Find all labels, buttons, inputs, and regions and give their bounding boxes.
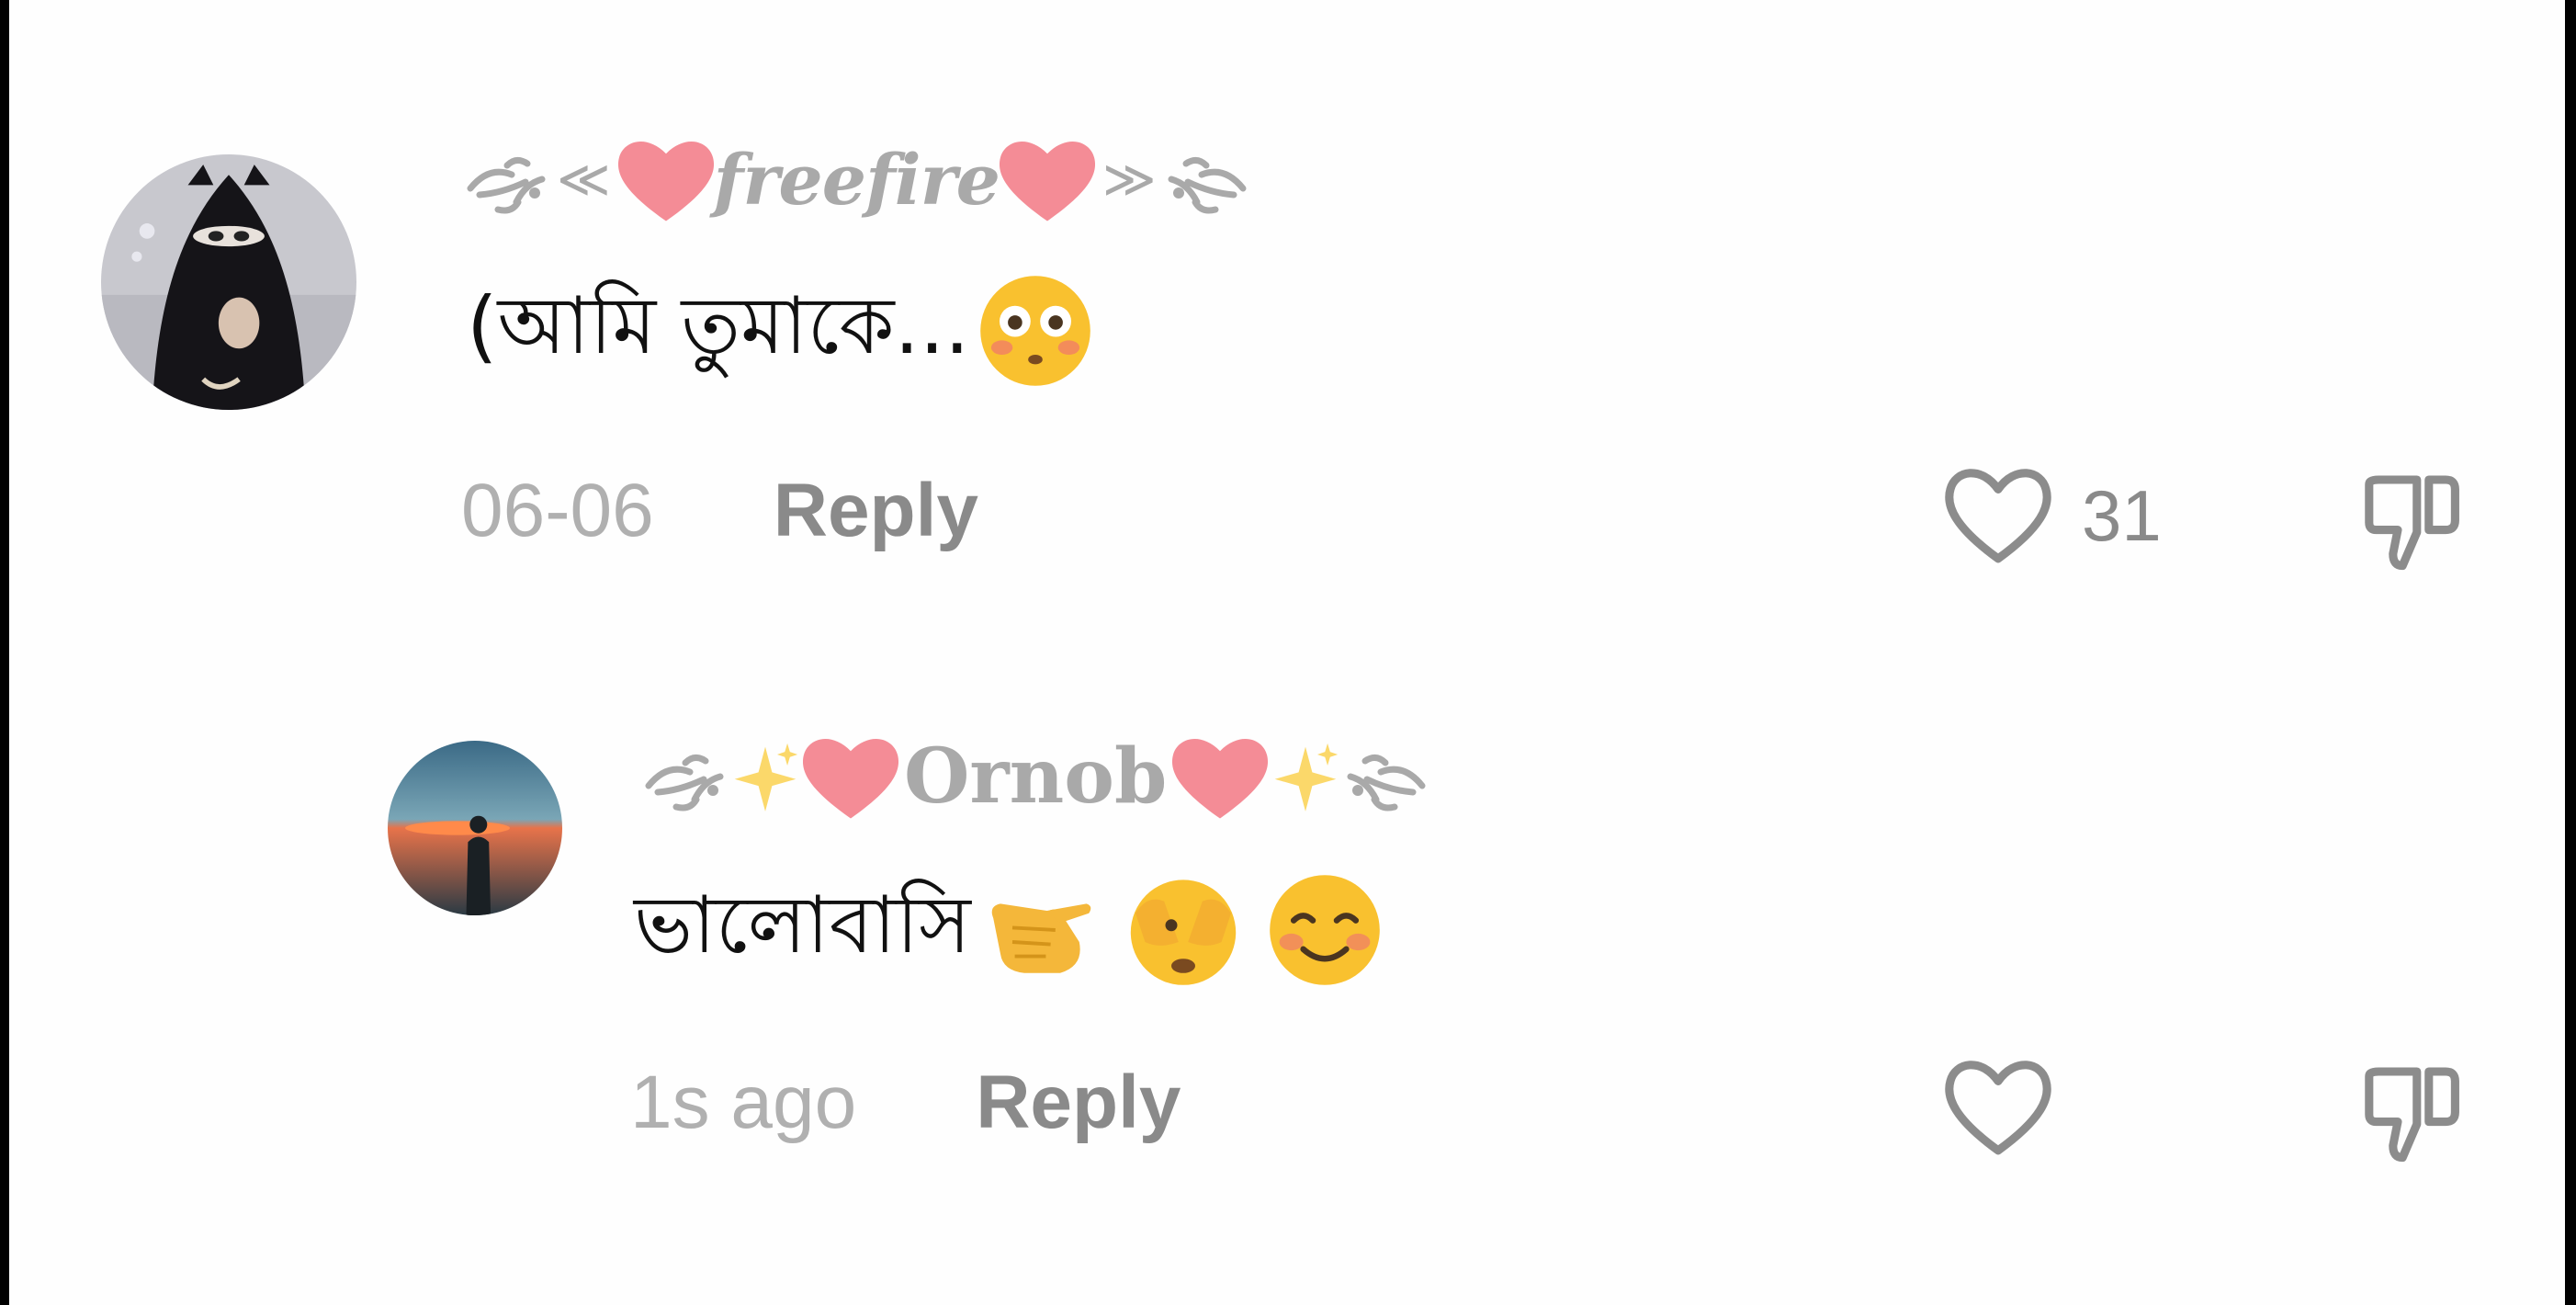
heart-outline-icon — [1945, 1061, 2051, 1155]
username-text: Ornob — [904, 732, 1168, 821]
comment-username[interactable]: Ornob — [639, 726, 1431, 827]
heart-outline-icon — [1945, 469, 2051, 563]
comment-meta: 06-06 Reply — [461, 465, 978, 557]
thumbs-down-icon — [2365, 1067, 2459, 1163]
ornament-right-icon — [1339, 735, 1431, 818]
ornament-left-icon — [461, 138, 553, 221]
comment-text: ভালোবাসি — [634, 875, 1384, 985]
comment-text-content: (আমি তুমাকে... — [467, 279, 970, 372]
comment-timestamp: 06-06 — [461, 469, 654, 552]
thumbs-down-icon — [2365, 475, 2459, 571]
chevron-left-icon: ≪ — [557, 149, 611, 210]
sparkles-emoji-icon — [731, 735, 799, 818]
comment-meta: 1s ago Reply — [630, 1057, 1181, 1149]
ornament-left-icon — [639, 735, 731, 818]
avatar[interactable] — [101, 154, 356, 410]
like-button[interactable] — [1938, 456, 2058, 575]
sparkles-emoji-icon — [1271, 735, 1339, 818]
username-text: freefire — [713, 138, 1000, 221]
reply-button[interactable]: Reply — [976, 1060, 1181, 1146]
ornament-right-icon — [1160, 138, 1252, 221]
comment-text-content: ভালোবাসি — [634, 879, 971, 971]
comment-list: ≪ freefire ≫ (আমি তুমাকে... 06-06 Reply … — [9, 0, 2565, 1305]
comment-timestamp: 1s ago — [630, 1061, 857, 1144]
comment-username[interactable]: ≪ freefire ≫ — [461, 129, 1252, 230]
chevron-right-icon: ≫ — [1102, 149, 1157, 210]
flushed-face-emoji-icon — [976, 271, 1095, 391]
face-covering-eyes-emoji-icon — [1124, 870, 1243, 990]
dislike-button[interactable] — [2350, 1048, 2469, 1167]
heart-emoji-icon — [996, 133, 1099, 225]
comment-text: (আমি তুমাকে... — [467, 276, 1095, 386]
heart-emoji-icon — [799, 731, 902, 823]
heart-emoji-icon — [615, 133, 717, 225]
like-count: 31 — [2082, 475, 2162, 556]
reply-button[interactable]: Reply — [774, 468, 978, 554]
dislike-button[interactable] — [2350, 456, 2469, 575]
avatar[interactable] — [388, 741, 562, 915]
like-button[interactable] — [1938, 1048, 2058, 1167]
heart-emoji-icon — [1169, 731, 1271, 823]
smiling-face-emoji-icon — [1265, 870, 1384, 990]
pointing-hand-emoji-icon — [977, 870, 1096, 990]
